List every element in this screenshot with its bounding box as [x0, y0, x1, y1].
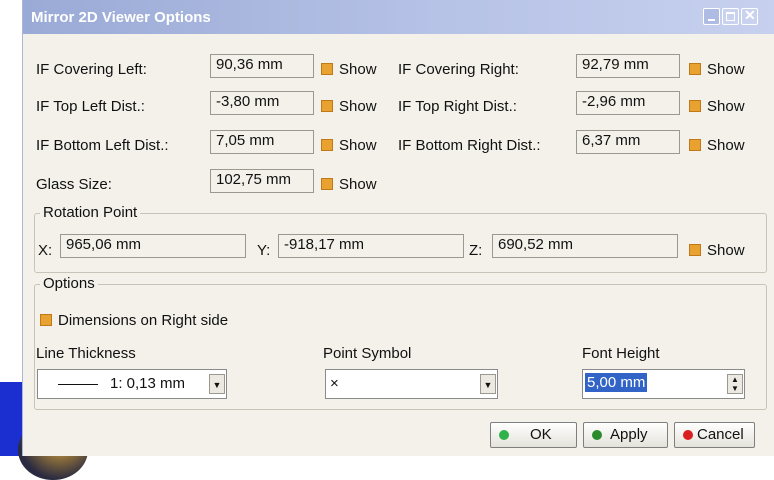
checkbox-icon [689, 139, 701, 151]
chevron-down-icon[interactable]: ▼ [209, 374, 225, 394]
ok-button[interactable]: OK [490, 422, 577, 448]
if-covering-right-label: IF Covering Right: [398, 61, 519, 78]
show-label: Show [339, 61, 377, 78]
if-top-right-field[interactable]: -2,96 mm [576, 91, 680, 115]
if-top-right-label: IF Top Right Dist.: [398, 98, 517, 115]
options-dialog: Mirror 2D Viewer Options ✕ IF Covering L… [22, 0, 774, 456]
options-title: Options [40, 275, 98, 292]
show-label: Show [707, 61, 745, 78]
if-bottom-right-field[interactable]: 6,37 mm [576, 130, 680, 154]
cancel-button[interactable]: Cancel [674, 422, 755, 448]
ok-icon [499, 430, 509, 440]
line-sample-icon [58, 384, 98, 385]
checkbox-icon [689, 63, 701, 75]
minimize-icon[interactable] [703, 8, 720, 25]
show-covering-left-checkbox[interactable]: Show [321, 61, 377, 78]
dimensions-right-checkbox[interactable]: Dimensions on Right side [40, 312, 228, 329]
line-thickness-select[interactable]: 1: 0,13 mm ▼ [37, 369, 227, 399]
font-height-label: Font Height [582, 345, 660, 362]
chevron-down-icon[interactable]: ▼ [480, 374, 496, 394]
apply-icon [592, 430, 602, 440]
apply-label: Apply [610, 426, 648, 443]
close-icon[interactable]: ✕ [741, 7, 758, 25]
checkbox-icon [689, 100, 701, 112]
checkbox-icon [321, 139, 333, 151]
show-label: Show [339, 176, 377, 193]
ok-label: OK [530, 426, 552, 443]
show-label: Show [707, 242, 745, 259]
title-bar[interactable]: Mirror 2D Viewer Options ✕ [23, 0, 774, 34]
show-glass-size-checkbox[interactable]: Show [321, 176, 377, 193]
show-label: Show [707, 98, 745, 115]
show-rotation-point-checkbox[interactable]: Show [689, 242, 745, 259]
cancel-label: Cancel [697, 426, 744, 443]
y-label: Y: [257, 242, 271, 259]
if-top-left-field[interactable]: -3,80 mm [210, 91, 314, 115]
rotation-point-title: Rotation Point [40, 204, 141, 221]
window-title: Mirror 2D Viewer Options [31, 9, 211, 26]
font-height-value[interactable]: 5,00 mm [585, 373, 648, 392]
if-top-left-label: IF Top Left Dist.: [36, 98, 145, 115]
show-top-right-checkbox[interactable]: Show [689, 98, 745, 115]
checkbox-icon [321, 100, 333, 112]
cancel-icon [683, 430, 693, 440]
line-thickness-label: Line Thickness [36, 345, 136, 362]
show-label: Show [707, 137, 745, 154]
maximize-icon[interactable] [722, 8, 739, 25]
rotation-x-field[interactable]: 965,06 mm [60, 234, 246, 258]
glass-size-field[interactable]: 102,75 mm [210, 169, 314, 193]
glass-size-label: Glass Size: [36, 176, 112, 193]
checkbox-icon [321, 178, 333, 190]
x-label: X: [38, 242, 53, 259]
show-top-left-checkbox[interactable]: Show [321, 98, 377, 115]
if-covering-left-label: IF Covering Left: [36, 61, 147, 78]
if-covering-right-field[interactable]: 92,79 mm [576, 54, 680, 78]
checkbox-icon [40, 314, 52, 326]
rotation-y-field[interactable]: -918,17 mm [278, 234, 464, 258]
font-height-spinner[interactable]: 5,00 mm ▲ ▼ [582, 369, 745, 399]
spin-icon[interactable]: ▲ ▼ [727, 374, 743, 394]
rotation-z-field[interactable]: 690,52 mm [492, 234, 678, 258]
dimensions-right-label: Dimensions on Right side [58, 312, 229, 329]
point-symbol-value: × [330, 375, 339, 392]
checkbox-icon [321, 63, 333, 75]
show-label: Show [339, 137, 377, 154]
point-symbol-select[interactable]: × ▼ [325, 369, 498, 399]
if-bottom-left-field[interactable]: 7,05 mm [210, 130, 314, 154]
line-thickness-value: 1: 0,13 mm [110, 375, 186, 392]
show-label: Show [339, 98, 377, 115]
show-bottom-left-checkbox[interactable]: Show [321, 137, 377, 154]
point-symbol-label: Point Symbol [323, 345, 412, 362]
show-covering-right-checkbox[interactable]: Show [689, 61, 745, 78]
apply-button[interactable]: Apply [583, 422, 668, 448]
if-covering-left-field[interactable]: 90,36 mm [210, 54, 314, 78]
show-bottom-right-checkbox[interactable]: Show [689, 137, 745, 154]
checkbox-icon [689, 244, 701, 256]
if-bottom-right-label: IF Bottom Right Dist.: [398, 137, 541, 154]
z-label: Z: [469, 242, 483, 259]
if-bottom-left-label: IF Bottom Left Dist.: [36, 137, 169, 154]
